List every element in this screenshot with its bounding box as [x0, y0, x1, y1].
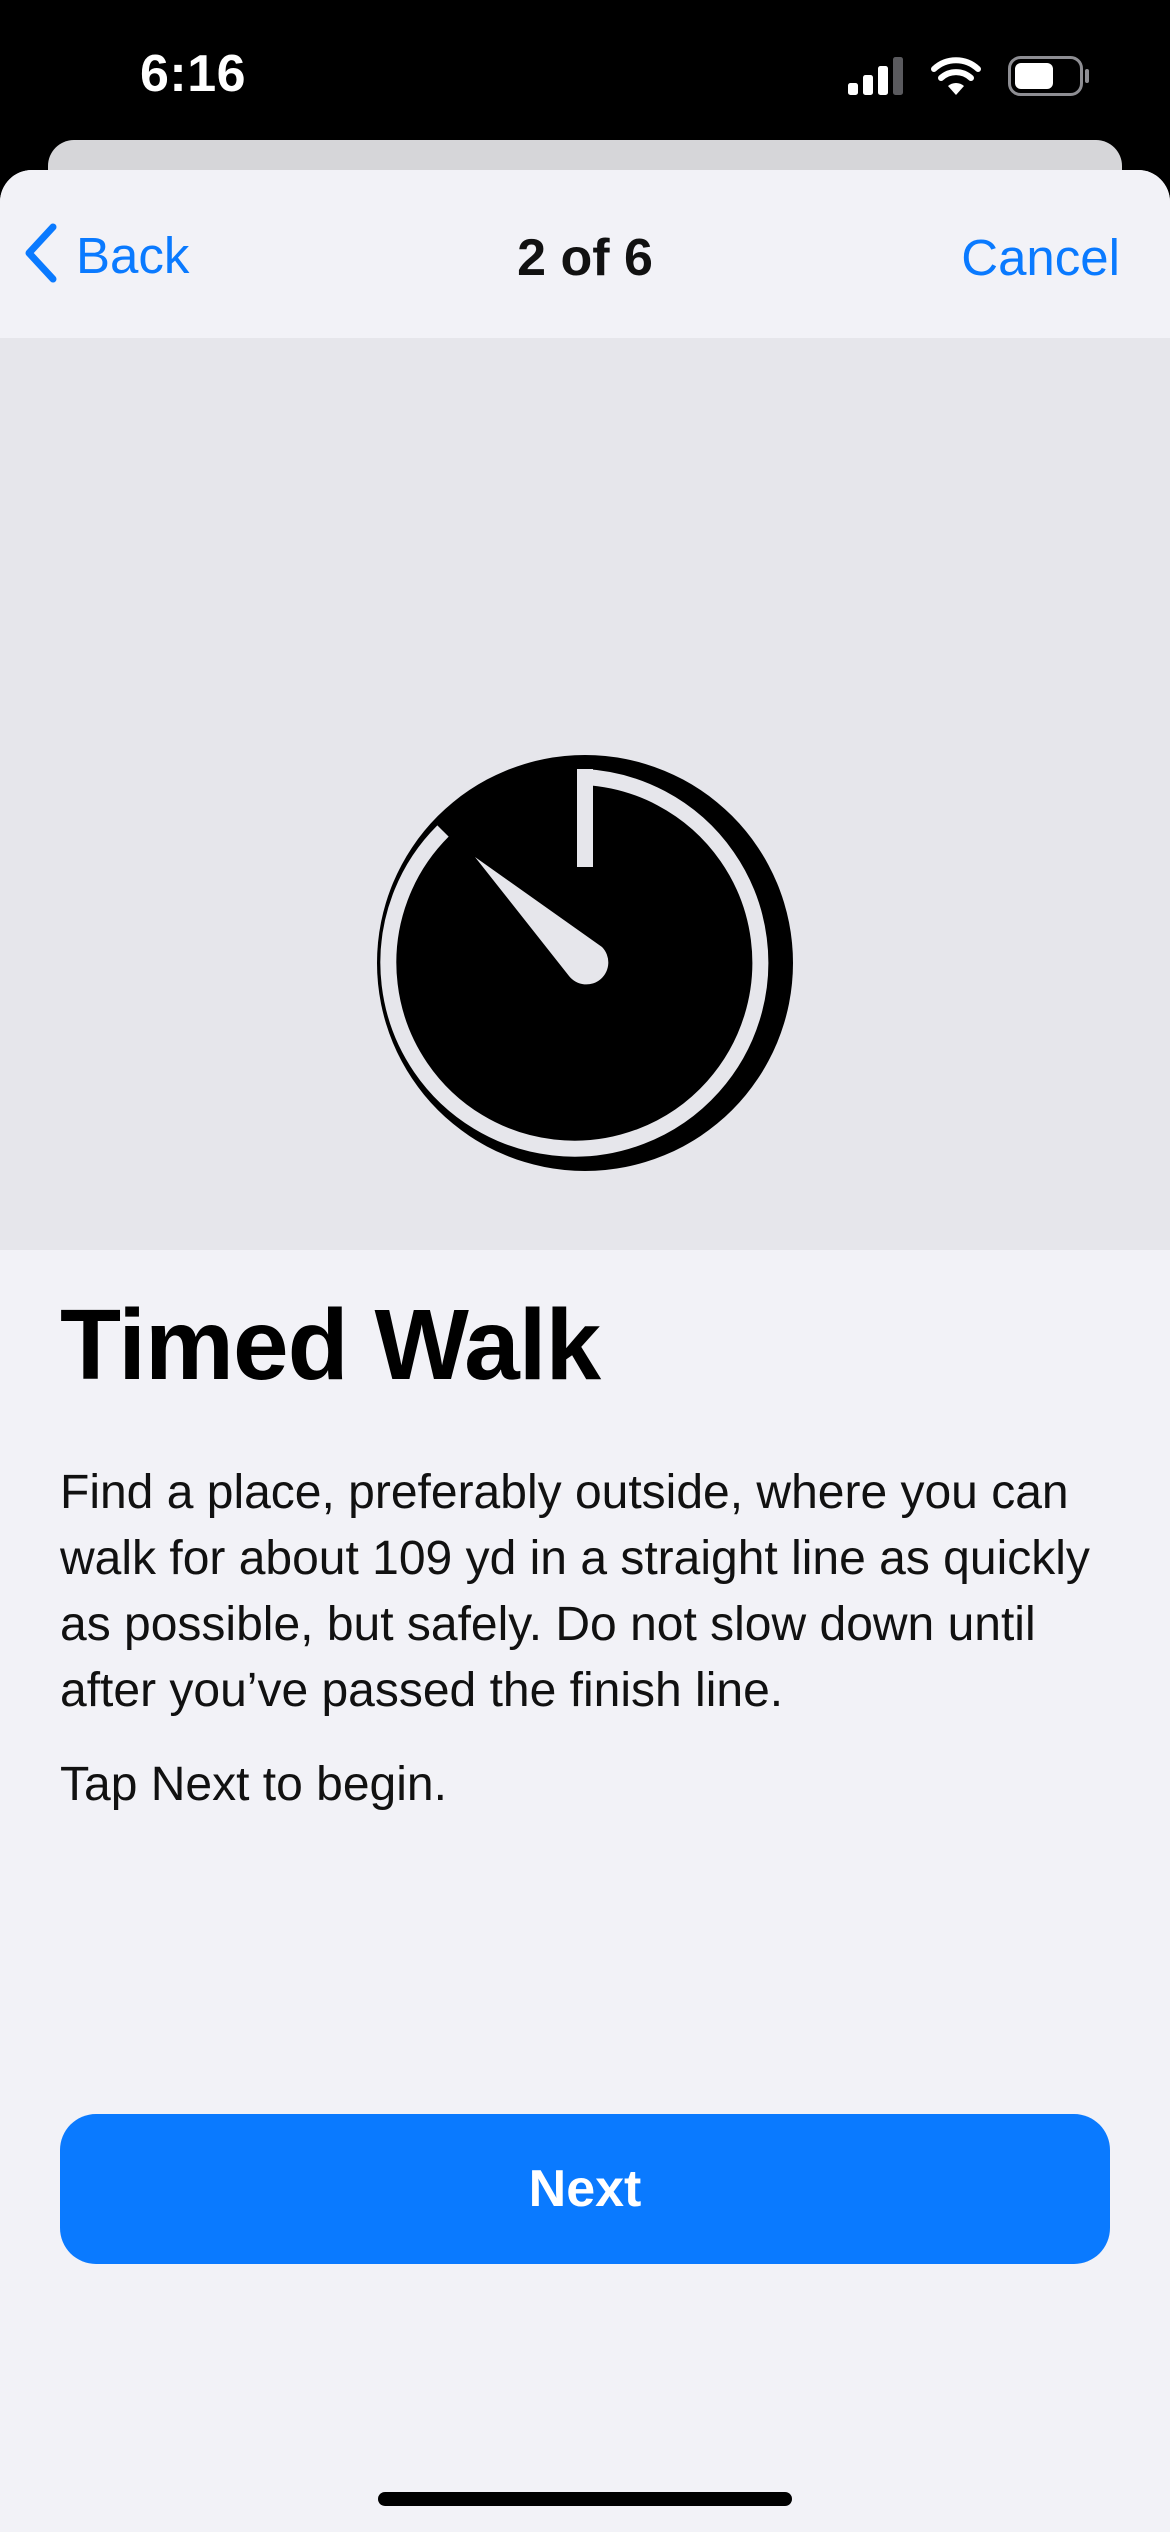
navigation-bar: Back 2 of 6 Cancel — [0, 170, 1170, 338]
status-icons — [848, 55, 1090, 101]
status-bar: 6:16 — [0, 0, 1170, 150]
next-button[interactable]: Next — [60, 2114, 1110, 2264]
wifi-icon — [930, 56, 982, 100]
screen: 6:16 Back 2 of 6 Cancel Timed Walk Find … — [0, 0, 1170, 2532]
status-time: 6:16 — [140, 45, 247, 103]
home-indicator[interactable] — [378, 2492, 792, 2506]
cellular-signal-icon — [848, 56, 904, 100]
modal-sheet: Back 2 of 6 Cancel Timed Walk Find a pla… — [0, 170, 1170, 2532]
stopwatch-icon — [377, 755, 793, 1171]
cancel-button[interactable]: Cancel — [961, 228, 1120, 287]
page-title: Timed Walk — [60, 1289, 601, 1401]
instructions-text: Find a place, preferably outside, where … — [60, 1466, 1090, 1717]
battery-icon — [1008, 55, 1090, 101]
hero-illustration — [0, 338, 1170, 1250]
begin-hint-text: Tap Next to begin. — [60, 1758, 447, 1811]
